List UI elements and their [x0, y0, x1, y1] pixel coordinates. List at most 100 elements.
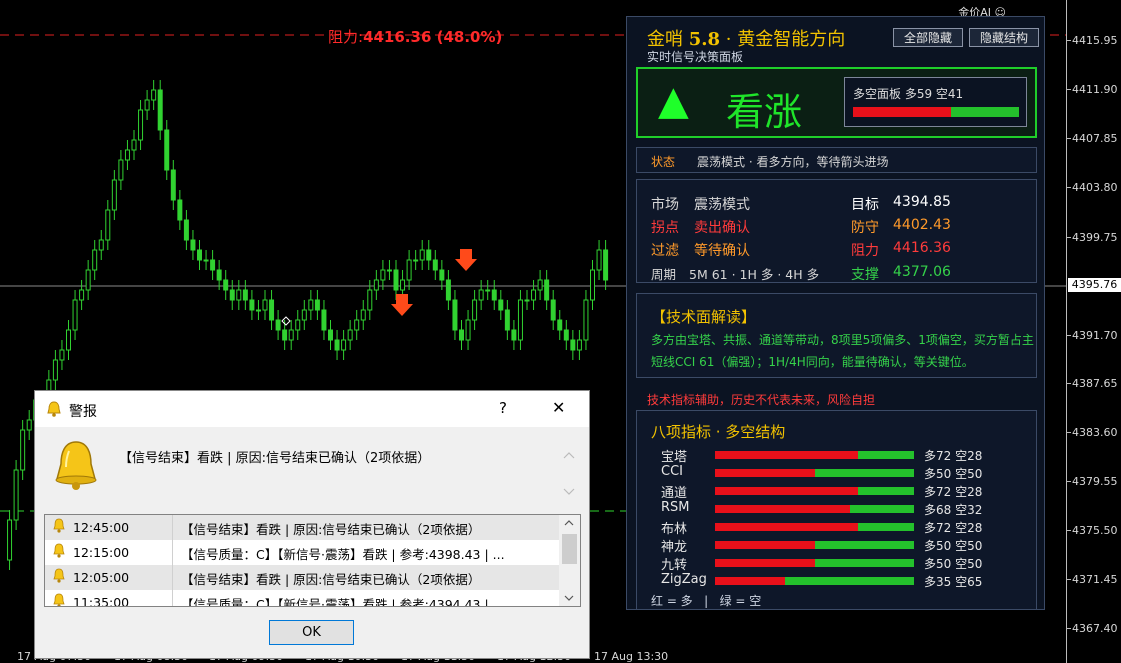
alert-titlebar[interactable]: 警报 ? ✕ — [35, 391, 589, 427]
filter-value: 等待确认 — [694, 243, 750, 259]
alert-log-row[interactable]: 12:45:00 【信号结束】看跌 | 原因:信号结束已确认（2项依据） — [45, 515, 559, 540]
candle-body — [66, 329, 71, 351]
candle-body — [249, 299, 255, 311]
alert-time: 12:15:00 — [73, 545, 130, 560]
candle-body — [223, 279, 229, 291]
candle-body — [491, 289, 497, 301]
indicator-bar-long — [715, 487, 859, 495]
status-section: 状态 震荡模式 · 看多方向，等待箭头进场 — [636, 147, 1037, 173]
resistance-label: 阻力:4416.36 (48.0%) — [328, 26, 502, 47]
defend-value: 4402.43 — [893, 217, 951, 233]
support-value: 4377.06 — [893, 264, 951, 280]
price-tick: 4367.40 — [1072, 622, 1118, 635]
indicator-name: 神龙 — [661, 540, 688, 555]
alert-log-row[interactable]: 12:05:00 【信号结束】看跌 | 原因:信号结束已确认（2项依据） — [45, 565, 559, 590]
candle-body — [498, 299, 504, 311]
column-divider — [172, 515, 173, 540]
candle-body — [124, 149, 130, 161]
help-button[interactable]: ? — [499, 399, 507, 417]
candle-body — [334, 339, 340, 351]
candle-body — [550, 299, 556, 321]
indicator-value: 多72 空28 — [924, 449, 983, 463]
alert-message: 【信号结束】看跌 | 原因:信号结束已确认（2项依据） — [119, 451, 431, 466]
support-label: 支撑 — [851, 267, 879, 283]
alert-title: 警报 — [69, 404, 97, 420]
price-tick-mark — [1067, 579, 1071, 580]
candle-body — [52, 359, 58, 381]
message-scroll-icon[interactable] — [563, 451, 575, 501]
price-tick-mark — [1067, 628, 1071, 629]
candle-body — [419, 249, 425, 261]
candle-body — [347, 329, 353, 341]
candle-body — [321, 309, 327, 331]
indicator-value: 多72 空28 — [924, 485, 983, 499]
candle-body — [170, 169, 176, 201]
hide-all-button[interactable]: 全部隐藏 — [893, 28, 963, 47]
indicator-bar-long — [715, 577, 785, 585]
candle-body — [590, 269, 595, 301]
candle-body — [177, 199, 183, 221]
indicator-bar — [715, 541, 914, 549]
candle-body — [583, 299, 589, 341]
candle-body — [242, 289, 248, 301]
candle-body — [576, 339, 582, 351]
indicator-name: 布林 — [661, 522, 688, 537]
tech-line-1: 多方由宝塔、共振、通道等带动，8项里5项偏多、1项偏空，买方暂占主 — [651, 333, 1034, 347]
ok-button[interactable]: OK — [269, 620, 354, 645]
candle-body — [262, 299, 268, 311]
candle-body — [478, 289, 484, 301]
defend-label: 防守 — [851, 220, 879, 236]
alert-row-message: 【信号质量：C】【新信号·震荡】看跌 | 参考:4398.43 | ... — [181, 547, 505, 562]
candle-body — [557, 319, 563, 331]
candle-body — [341, 339, 347, 351]
alert-row-message: 【信号质量：C】【新信号·震荡】看跌 | 参考:4394.43 | ... — [181, 597, 505, 607]
price-axis[interactable]: 4415.95 4411.90 4407.85 4403.80 4399.75 … — [1066, 0, 1121, 663]
long-short-bar-long — [853, 107, 951, 117]
price-tick: 4371.45 — [1072, 573, 1118, 586]
candle-body — [190, 239, 196, 251]
candle-body — [59, 349, 65, 361]
signal-direction: 看涨 — [726, 90, 803, 134]
alert-log-row[interactable]: 12:15:00 【信号质量：C】【新信号·震荡】看跌 | 参考:4398.43 … — [45, 540, 559, 565]
period-label: 周期 — [651, 267, 677, 282]
candle-body — [373, 279, 379, 291]
price-tick-mark — [1067, 138, 1071, 139]
target-value: 4394.85 — [893, 194, 951, 210]
log-scrollbar[interactable] — [559, 515, 580, 606]
indicator-value: 多68 空32 — [924, 503, 983, 517]
close-button[interactable]: ✕ — [552, 398, 565, 417]
candle-body — [563, 329, 569, 341]
alert-log-row[interactable]: 11:35:00 【信号质量：C】【新信号·震荡】看跌 | 参考:4394.43 … — [45, 590, 559, 607]
indicator-name: RSM — [661, 500, 690, 515]
candle-body — [282, 329, 288, 341]
bell-icon — [53, 518, 65, 533]
candle-body — [413, 259, 419, 262]
candle-body — [269, 299, 275, 321]
price-tick: 4375.50 — [1072, 524, 1118, 537]
resist-label: 阻力 — [851, 243, 879, 259]
resistance-value: 4416.36 (48.0%) — [363, 28, 503, 46]
panel-version: 5.8 — [688, 29, 721, 50]
market-value: 震荡模式 — [694, 197, 750, 213]
tech-title: 【技术面解读】 — [651, 308, 757, 326]
alert-log-list[interactable]: 12:45:00 【信号结束】看跌 | 原因:信号结束已确认（2项依据） 12:15… — [44, 514, 581, 607]
candle-body — [452, 299, 458, 331]
candle-body — [485, 289, 491, 292]
large-bell-icon — [55, 441, 97, 490]
price-tick: 4399.75 — [1072, 231, 1118, 244]
candle-body — [367, 289, 373, 311]
long-short-box: 多空面板 多59 空41 — [844, 77, 1027, 127]
time-tick: 17 Aug 13:30 — [594, 650, 669, 663]
price-tick: 4403.80 — [1072, 181, 1118, 194]
candle-body — [354, 319, 360, 331]
hide-structure-button[interactable]: 隐藏结构 — [969, 28, 1039, 47]
indicator-bar-long — [715, 505, 851, 513]
current-price-tag: 4395.76 — [1068, 278, 1121, 292]
candle-body — [157, 89, 163, 131]
candle-body — [511, 329, 517, 341]
indicator-legend: 红 = 多 | 绿 = 空 — [651, 594, 762, 608]
panel-title-prefix: 金哨 — [647, 29, 683, 50]
candle-body — [537, 279, 543, 291]
price-tick: 4415.95 — [1072, 34, 1118, 47]
filter-label: 过滤 — [651, 243, 679, 259]
